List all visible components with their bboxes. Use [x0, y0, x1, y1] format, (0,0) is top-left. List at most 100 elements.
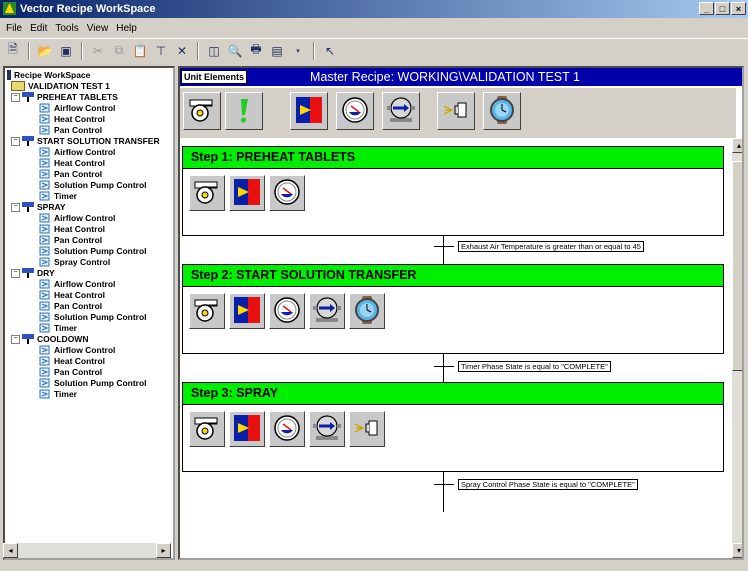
tree-phase-item[interactable]: Pan Control — [39, 367, 102, 377]
close-button[interactable]: × — [731, 2, 746, 15]
pan-palette-button[interactable] — [336, 92, 374, 130]
report-icon[interactable]: ▤ — [268, 42, 286, 60]
pump-phase-button[interactable] — [309, 411, 345, 447]
layout-icon[interactable]: ◫ — [205, 42, 223, 60]
step-header[interactable]: Step 1: PREHEAT TABLETS — [183, 147, 723, 169]
collapse-icon[interactable]: − — [11, 334, 20, 344]
spray-palette-button[interactable] — [437, 92, 475, 130]
heat-phase-button[interactable] — [229, 175, 265, 211]
phase-icon — [39, 323, 50, 333]
step-header[interactable]: Step 3: SPRAY — [183, 383, 723, 405]
fan-palette-button[interactable] — [183, 92, 221, 130]
print-preview-icon[interactable]: 🔍 — [226, 42, 244, 60]
exclamation-palette-button[interactable] — [225, 92, 263, 130]
vertical-scrollbar[interactable]: ▴ ▾ — [732, 138, 742, 558]
step-header[interactable]: Step 2: START SOLUTION TRANSFER — [183, 265, 723, 287]
spray-phase-button[interactable] — [349, 411, 385, 447]
copy-icon[interactable]: ⧉ — [110, 42, 128, 60]
tree-phase-item[interactable]: Heat Control — [39, 224, 105, 234]
tree-phase-item[interactable]: Pan Control — [39, 301, 102, 311]
tree-phase-item[interactable]: Timer — [39, 389, 77, 399]
dropdown-arrow-icon[interactable]: ▾ — [289, 42, 307, 60]
fan-phase-button[interactable] — [189, 411, 225, 447]
tree-phase-item[interactable]: Airflow Control — [39, 103, 115, 113]
tree-root[interactable]: Recipe WorkSpace — [7, 70, 90, 80]
transition[interactable]: Timer Phase State is equal to "COMPLETE" — [434, 356, 611, 376]
pan-phase-button[interactable] — [269, 293, 305, 329]
pan-phase-button[interactable] — [269, 175, 305, 211]
tree-phase-item[interactable]: Spray Control — [39, 257, 110, 267]
tree-phase-item[interactable]: Pan Control — [39, 235, 102, 245]
timer-phase-button[interactable] — [349, 293, 385, 329]
pan-icon — [273, 414, 301, 444]
paste-icon[interactable]: 📋 — [131, 42, 149, 60]
collapse-icon[interactable]: − — [11, 136, 20, 146]
step-1[interactable]: Step 1: PREHEAT TABLETS — [182, 146, 724, 236]
menu-file[interactable]: File — [6, 23, 22, 34]
master-recipe-title: Master Recipe: WORKING\VALIDATION TEST 1 — [310, 70, 580, 84]
tree-phase-item[interactable]: Pan Control — [39, 169, 102, 179]
tree-step-1[interactable]: − START SOLUTION TRANSFER — [11, 136, 160, 146]
tree-recipe[interactable]: VALIDATION TEST 1 — [11, 81, 110, 91]
collapse-icon[interactable]: − — [11, 92, 20, 102]
tree-phase-item[interactable]: Solution Pump Control — [39, 312, 147, 322]
tree-phase-item[interactable]: Solution Pump Control — [39, 180, 147, 190]
heat-palette-button[interactable] — [290, 92, 328, 130]
tree-phase-item[interactable]: Airflow Control — [39, 147, 115, 157]
pan-phase-button[interactable] — [269, 411, 305, 447]
heat-phase-button[interactable] — [229, 411, 265, 447]
collapse-icon[interactable]: − — [11, 202, 20, 212]
new-icon[interactable]: 🗎 — [4, 42, 22, 60]
delete-icon[interactable]: ✕ — [173, 42, 191, 60]
tree-phase-item[interactable]: Timer — [39, 191, 77, 201]
pump-phase-button[interactable] — [309, 293, 345, 329]
scroll-up-icon[interactable]: ▴ — [732, 138, 742, 153]
tree-phase-item[interactable]: Airflow Control — [39, 213, 115, 223]
maximize-button[interactable]: □ — [715, 2, 730, 15]
tree-horizontal-scrollbar[interactable]: ◂ ▸ — [3, 543, 171, 558]
tree-phase-item[interactable]: Heat Control — [39, 290, 105, 300]
fan-phase-button[interactable] — [189, 293, 225, 329]
scroll-right-icon[interactable]: ▸ — [156, 543, 171, 558]
menu-view[interactable]: View — [87, 23, 109, 34]
step-2[interactable]: Step 2: START SOLUTION TRANSFER — [182, 264, 724, 354]
tree-phase-item[interactable]: Pan Control — [39, 125, 102, 135]
tree-phase-item[interactable]: Heat Control — [39, 158, 105, 168]
scroll-down-icon[interactable]: ▾ — [732, 543, 742, 558]
tree-phase-item[interactable]: Solution Pump Control — [39, 246, 147, 256]
tree-phase-label: Airflow Control — [54, 213, 116, 223]
menu-edit[interactable]: Edit — [30, 23, 47, 34]
tree-phase-item[interactable]: Timer — [39, 323, 77, 333]
menu-tools[interactable]: Tools — [55, 23, 78, 34]
step-3[interactable]: Step 3: SPRAY — [182, 382, 724, 472]
minimize-button[interactable]: _ — [699, 2, 714, 15]
transition[interactable]: Spray Control Phase State is equal to "C… — [434, 474, 638, 494]
pump-palette-button[interactable] — [382, 92, 420, 130]
save-icon[interactable]: ▣ — [57, 42, 75, 60]
tree-phase-item[interactable]: Heat Control — [39, 356, 105, 366]
print-icon[interactable]: 🖶 — [247, 42, 265, 60]
tree-step-2[interactable]: − SPRAY — [11, 202, 66, 212]
transition[interactable]: Exhaust Air Temperature is greater than … — [434, 236, 644, 256]
fan-phase-button[interactable] — [189, 175, 225, 211]
collapse-icon[interactable]: − — [11, 268, 20, 278]
menu-help[interactable]: Help — [116, 23, 137, 34]
insert-step-icon[interactable]: ⊤ — [152, 42, 170, 60]
tree-step-3[interactable]: − DRY — [11, 268, 55, 278]
tree-phase-label: Timer — [54, 389, 77, 399]
scroll-thumb[interactable] — [732, 161, 742, 371]
open-icon[interactable]: 📂 — [36, 42, 54, 60]
pointer-help-icon[interactable]: ↖ — [321, 42, 339, 60]
tree-phase-item[interactable]: Heat Control — [39, 114, 105, 124]
tree-phase-item[interactable]: Airflow Control — [39, 279, 115, 289]
heat-phase-button[interactable] — [229, 293, 265, 329]
tree-step-4[interactable]: − COOLDOWN — [11, 334, 88, 344]
timer-palette-button[interactable] — [483, 92, 521, 130]
tree-step-0[interactable]: − PREHEAT TABLETS — [11, 92, 118, 102]
cut-icon[interactable]: ✂ — [89, 42, 107, 60]
tree-phase-item[interactable]: Airflow Control — [39, 345, 115, 355]
scroll-left-icon[interactable]: ◂ — [3, 543, 18, 558]
toolbar: 🗎 📂 ▣ ✂ ⧉ 📋 ⊤ ✕ ◫ 🔍 🖶 ▤ ▾ ↖ — [0, 38, 748, 62]
phase-icon — [39, 345, 50, 355]
tree-phase-item[interactable]: Solution Pump Control — [39, 378, 147, 388]
